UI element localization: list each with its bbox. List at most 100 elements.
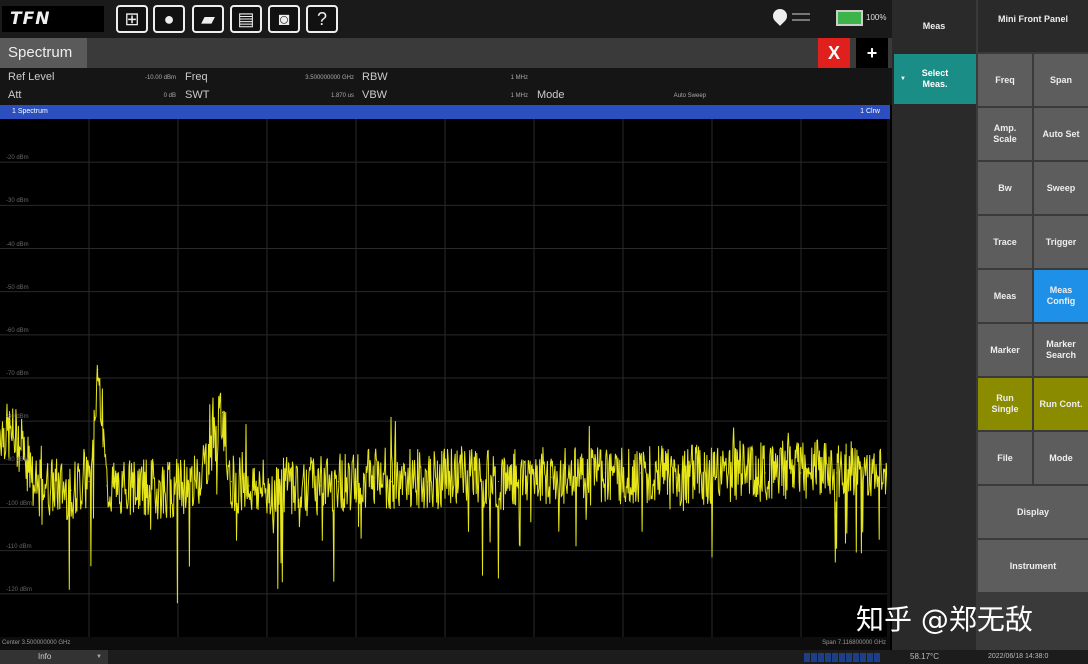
trace-point xyxy=(337,481,339,483)
select-meas-button[interactable]: ▼ Select Meas. xyxy=(894,54,976,104)
y-tick-label: -60 dBm xyxy=(6,327,29,334)
button-bw-label: Bw xyxy=(998,182,1012,193)
trace-point xyxy=(764,472,766,474)
button-meas-label: Meas xyxy=(993,290,1017,301)
ref-level-label: Ref Level xyxy=(8,71,55,83)
center-frequency: Center 3.500000000 GHz xyxy=(2,640,71,646)
trace-point xyxy=(97,368,99,370)
button-runsingle-label: Run Single xyxy=(991,393,1019,414)
button-sweep[interactable]: Sweep xyxy=(1034,162,1088,214)
button-runcont-label: Run Cont. xyxy=(1039,398,1083,409)
tfn-logo: TFN xyxy=(2,6,104,32)
temperature: 58.17°C xyxy=(910,652,939,661)
windows-icon[interactable]: ⊞ xyxy=(116,5,148,33)
trace-point xyxy=(355,481,357,483)
close-tab-button[interactable]: X xyxy=(818,38,850,68)
trace-point xyxy=(800,472,802,474)
plot-right-edge xyxy=(887,119,890,637)
mode-label: Mode xyxy=(537,89,565,101)
button-trigger[interactable]: Trigger xyxy=(1034,216,1088,268)
trace-point xyxy=(515,476,517,478)
progress-segment xyxy=(853,653,859,662)
button-autoset[interactable]: Auto Set xyxy=(1034,108,1088,160)
button-measconfig[interactable]: Meas Config xyxy=(1034,270,1088,322)
trace-point xyxy=(159,489,161,491)
trace-header[interactable]: 1 Spectrum 1 Clrw xyxy=(0,105,890,119)
trace-mode: 1 Clrw xyxy=(860,108,880,115)
button-mode[interactable]: Mode xyxy=(1034,432,1088,484)
button-mode-label: Mode xyxy=(1049,452,1073,463)
button-marker[interactable]: Marker xyxy=(978,324,1032,376)
trace-point xyxy=(853,468,855,470)
location-icon[interactable] xyxy=(770,6,790,26)
button-markersearch-label: Marker Search xyxy=(1045,339,1077,360)
button-freq-label: Freq xyxy=(995,74,1015,85)
progress-segment xyxy=(846,653,852,662)
trace-point xyxy=(124,489,126,491)
parameter-panel[interactable]: Ref Level -10.00 dBm Att 0 dB Freq 3.500… xyxy=(0,68,892,105)
trace-point xyxy=(693,472,695,474)
button-bw[interactable]: Bw xyxy=(978,162,1032,214)
trace-point xyxy=(106,485,108,487)
trace-point xyxy=(141,485,143,487)
y-tick-label: -20 dBm xyxy=(6,155,29,162)
trace-point xyxy=(177,485,179,487)
trace-point xyxy=(640,472,642,474)
button-amp[interactable]: Amp. Scale xyxy=(978,108,1032,160)
button-span[interactable]: Span xyxy=(1034,54,1088,106)
progress-segment xyxy=(811,653,817,662)
progress-segment xyxy=(839,653,845,662)
button-markersearch[interactable]: Marker Search xyxy=(1034,324,1088,376)
trace-point xyxy=(230,481,232,483)
trace-point xyxy=(319,485,321,487)
trace-point xyxy=(408,476,410,478)
camera-icon[interactable]: ◙ xyxy=(268,5,300,33)
button-display[interactable]: Display xyxy=(978,486,1088,538)
help-icon[interactable]: ? xyxy=(306,5,338,33)
select-meas-label: Select Meas. xyxy=(921,68,949,89)
trace-point xyxy=(818,468,820,470)
button-file[interactable]: File xyxy=(978,432,1032,484)
info-dropdown[interactable]: Info xyxy=(0,650,108,664)
button-runcont[interactable]: Run Cont. xyxy=(1034,378,1088,430)
button-trace[interactable]: Trace xyxy=(978,216,1032,268)
trace-point xyxy=(836,472,838,474)
spectrum-chart xyxy=(0,119,890,637)
top-toolbar: TFN ⊞ ● ▰ ▤ ◙ ? 100% xyxy=(0,0,892,38)
trace-point xyxy=(729,472,731,474)
y-tick-label: -30 dBm xyxy=(6,198,29,205)
button-measconfig-label: Meas Config xyxy=(1046,285,1076,306)
lightbulb-icon[interactable]: ● xyxy=(153,5,185,33)
meas-title: Meas xyxy=(922,21,946,31)
button-sweep-label: Sweep xyxy=(1046,182,1076,193)
span-value: Span 7.116800000 GHz xyxy=(822,640,886,646)
att-label: Att xyxy=(8,89,22,101)
button-trace-label: Trace xyxy=(993,236,1017,247)
button-meas[interactable]: Meas xyxy=(978,270,1032,322)
trace-point xyxy=(284,485,286,487)
swt-label: SWT xyxy=(185,89,210,101)
trace-point xyxy=(17,437,19,439)
progress-segment xyxy=(825,653,831,662)
mini-front-panel-label: Mini Front Panel xyxy=(998,14,1069,24)
spectrum-plot[interactable]: -20 dBm -30 dBm -40 dBm -50 dBm -60 dBm -70 d… xyxy=(0,119,890,637)
progress-segment xyxy=(818,653,824,662)
network-icon xyxy=(792,13,810,21)
mini-front-panel-button[interactable]: Mini Front Panel xyxy=(978,0,1088,52)
datetime: 2022/06/18 14:38:0 xyxy=(988,653,1049,660)
trace-point xyxy=(248,485,250,487)
button-span-label: Span xyxy=(1049,74,1072,85)
ref-level-value: -10.00 dBm xyxy=(144,75,176,81)
tab-spectrum[interactable]: Spectrum xyxy=(0,38,87,68)
y-tick-label: -80 dBm xyxy=(6,414,29,421)
button-freq[interactable]: Freq xyxy=(978,54,1032,106)
mode-value: Auto Sweep xyxy=(673,93,706,99)
folder-icon[interactable]: ▰ xyxy=(192,5,224,33)
button-instrument[interactable]: Instrument xyxy=(978,540,1088,592)
save-icon[interactable]: ▤ xyxy=(230,5,262,33)
add-tab-button[interactable]: + xyxy=(856,38,888,68)
button-runsingle[interactable]: Run Single xyxy=(978,378,1032,430)
trace-point xyxy=(222,412,223,414)
trace-point xyxy=(533,472,535,474)
progress-segment xyxy=(874,653,880,662)
